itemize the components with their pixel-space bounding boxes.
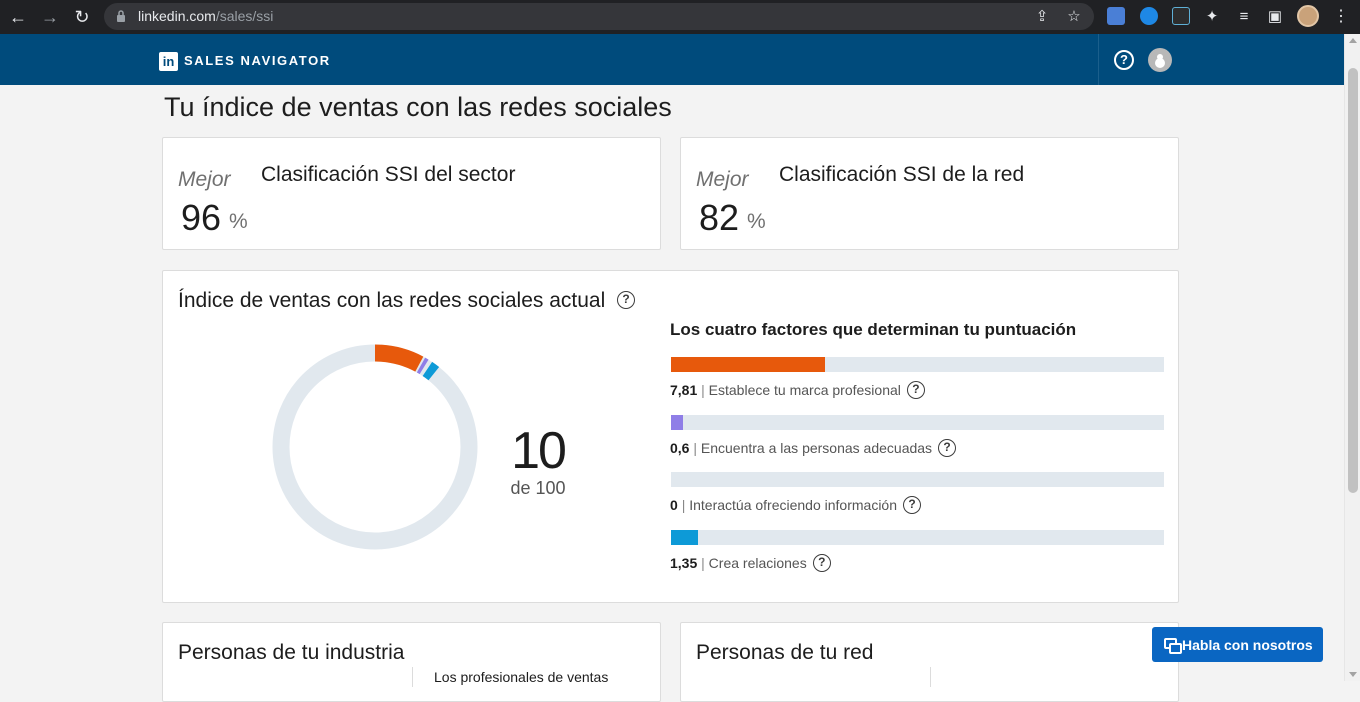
ranking-value: 82 xyxy=(699,197,740,238)
ranking-unit: % xyxy=(229,210,248,233)
reading-list-icon[interactable]: ≡ xyxy=(1236,9,1252,25)
card-title: Personas de tu red xyxy=(696,641,874,664)
card-divider xyxy=(412,667,413,687)
scroll-up-icon[interactable] xyxy=(1349,38,1357,43)
factor-value: 0,6 xyxy=(670,440,690,456)
card-divider xyxy=(930,667,931,687)
profile-avatar[interactable] xyxy=(1297,5,1319,27)
ssi-score: 10 xyxy=(511,422,567,480)
factor-value: 0 xyxy=(670,497,678,513)
chat-icon xyxy=(1164,638,1182,654)
help-icon[interactable]: ? xyxy=(1114,50,1134,70)
scroll-down-icon[interactable] xyxy=(1349,672,1357,677)
bookmark-star-icon[interactable]: ☆ xyxy=(1066,9,1082,25)
ssi-card: Índice de ventas con las redes sociales … xyxy=(162,270,1179,603)
chat-button[interactable]: Habla con nosotros xyxy=(1152,627,1323,662)
factor-name: Encuentra a las personas adecuadas xyxy=(700,440,933,456)
factors-title: Los cuatro factores que determinan tu pu… xyxy=(670,320,1077,339)
browser-toolbar: ← → ↻ linkedin.com/sales/ssi ⇪ ☆ ✦ ≡ ▣ ⋮ xyxy=(0,0,1360,34)
industry-people-card: Personas de tu industria Los profesional… xyxy=(162,622,661,702)
factor-name: Establece tu marca profesional xyxy=(708,382,901,398)
factor-label: 1,35 | Crea relaciones? xyxy=(670,553,831,572)
donut-segment xyxy=(416,357,429,375)
factor-separator: | xyxy=(693,440,697,456)
back-arrow-icon[interactable]: ← xyxy=(8,7,28,27)
question-icon[interactable]: ? xyxy=(617,291,635,309)
donut-segment xyxy=(422,361,440,381)
factor-bar-fill xyxy=(671,415,683,430)
factor-name: Crea relaciones xyxy=(708,555,807,571)
lock-icon xyxy=(117,10,125,22)
ssi-title: Índice de ventas con las redes sociales … xyxy=(178,289,635,313)
ranking-label: Clasificación SSI del sector xyxy=(261,163,516,186)
side-panel-icon[interactable]: ▣ xyxy=(1267,9,1283,25)
donut-segment xyxy=(374,344,424,372)
factor-label: 0 | Interactúa ofreciendo información? xyxy=(670,495,922,514)
forward-arrow-icon[interactable]: → xyxy=(40,7,60,27)
translate-extension-icon[interactable] xyxy=(1107,7,1125,25)
address-bar[interactable]: linkedin.com/sales/ssi ⇪ ☆ xyxy=(104,3,1094,30)
factor-separator: | xyxy=(701,382,705,398)
reload-icon[interactable]: ↻ xyxy=(72,7,92,27)
question-icon[interactable]: ? xyxy=(906,380,925,399)
factor-value: 7,81 xyxy=(670,382,698,398)
ssi-donut-chart xyxy=(272,344,478,550)
menu-kebab-icon[interactable]: ⋮ xyxy=(1333,7,1349,27)
app-header: in SALES NAVIGATOR ? xyxy=(0,34,1344,85)
extension-icon[interactable] xyxy=(1172,7,1190,25)
card-snippet: Los profesionales de ventas xyxy=(434,669,609,685)
factor-bar-track xyxy=(671,530,1164,545)
factor-label: 0,6 | Encuentra a las personas adecuadas… xyxy=(670,438,957,457)
factor-separator: | xyxy=(701,555,705,571)
industry-ranking-card: Mejor 96 % Clasificación SSI del sector xyxy=(162,137,661,250)
chat-button-label: Habla con nosotros xyxy=(1182,637,1313,653)
factor-value: 1,35 xyxy=(670,555,698,571)
ssi-title-text: Índice de ventas con las redes sociales … xyxy=(178,289,606,312)
question-icon[interactable]: ? xyxy=(903,495,922,514)
donut-track xyxy=(272,344,478,550)
network-people-card: Personas de tu red xyxy=(680,622,1179,702)
ranking-label: Clasificación SSI de la red xyxy=(779,163,1025,186)
card-title: Personas de tu industria xyxy=(178,641,405,664)
brand-title[interactable]: SALES NAVIGATOR xyxy=(184,53,331,68)
page-scrollbar[interactable] xyxy=(1344,34,1360,681)
ranking-best-label: Mejor xyxy=(696,168,749,191)
factor-bar-track xyxy=(671,415,1164,430)
extension-icon[interactable] xyxy=(1140,7,1158,25)
linkedin-logo-icon[interactable]: in xyxy=(159,52,178,71)
factor-bar-track xyxy=(671,472,1164,487)
factor-separator: | xyxy=(681,497,686,513)
factor-bar-track xyxy=(671,357,1164,372)
share-icon[interactable]: ⇪ xyxy=(1034,9,1050,25)
factor-name: Interactúa ofreciendo información xyxy=(689,497,898,513)
header-divider xyxy=(1098,34,1099,85)
extensions-puzzle-icon[interactable]: ✦ xyxy=(1204,9,1220,25)
question-icon[interactable]: ? xyxy=(812,553,831,572)
question-icon[interactable]: ? xyxy=(938,438,957,457)
user-avatar-icon[interactable] xyxy=(1148,48,1172,72)
scrollbar-thumb[interactable] xyxy=(1348,68,1358,493)
page-title: Tu índice de ventas con las redes social… xyxy=(164,92,672,122)
ssi-score-max: de 100 xyxy=(510,478,566,498)
url-text: linkedin.com/sales/ssi xyxy=(138,8,274,24)
factor-label: 7,81 | Establece tu marca profesional? xyxy=(670,380,925,399)
factor-bar-fill xyxy=(671,530,698,545)
network-ranking-card: Mejor 82 % Clasificación SSI de la red xyxy=(680,137,1179,250)
ranking-value: 96 xyxy=(181,197,222,238)
factor-bar-fill xyxy=(671,357,825,372)
ranking-unit: % xyxy=(747,210,766,233)
ranking-best-label: Mejor xyxy=(178,168,231,191)
